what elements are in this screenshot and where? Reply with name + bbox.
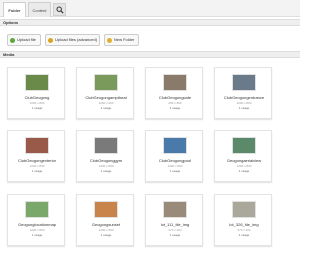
media-dimensions: 283 x 800 — [168, 101, 182, 105]
media-usage: 1 usage — [238, 106, 250, 110]
media-thumbnail — [25, 201, 49, 218]
media-card[interactable]: ClubGeogong 1200 x 800 1 usage — [7, 67, 65, 119]
media-card[interactable]: ClubGeogongpool 1200 x 800 1 usage — [145, 130, 203, 182]
media-thumbnail — [94, 74, 118, 91]
media-card[interactable]: ClubGeogongexterior 1200 x 800 1 usage — [7, 130, 65, 182]
media-usage: 1 usage — [169, 233, 181, 237]
media-name: ClubGeogonggym — [89, 158, 123, 163]
media-name: ClubGeogongamptheat — [85, 95, 127, 100]
upload-file-label: Upload file — [17, 37, 36, 42]
media-dimensions: 373 x 224 — [168, 228, 182, 232]
media-dimensions: 1200 x 800 — [236, 164, 252, 168]
upload-file-button[interactable]: Upload file — [7, 34, 41, 46]
media-name: Geogongaerialview — [226, 158, 262, 163]
search-button[interactable] — [53, 3, 66, 16]
media-card[interactable]: lot_111_tile_img 373 x 224 1 usage — [145, 194, 203, 246]
media-usage: 1 usage — [31, 106, 43, 110]
media-card[interactable]: Geogongsunset 1200 x 800 1 usage — [76, 194, 134, 246]
media-usage: 1 usage — [100, 169, 112, 173]
media-usage: 1 usage — [169, 169, 181, 173]
media-thumbnail — [232, 137, 256, 154]
tab-folder[interactable]: Folder — [3, 2, 26, 17]
folder-icon — [107, 38, 112, 43]
upload-icon — [10, 38, 15, 43]
media-thumbnail — [163, 137, 187, 154]
media-name: ClubGeogongexterior — [17, 158, 57, 163]
media-card[interactable]: ClubGeogongcafe 283 x 800 1 usage — [145, 67, 203, 119]
toolbar: Folder Content — [0, 0, 300, 17]
upload-advanced-button[interactable]: Upload files (advanced) — [45, 34, 100, 46]
media-dimensions: 1200 x 800 — [236, 101, 252, 105]
media-name: Geogonglocationmap — [17, 222, 57, 227]
media-dimensions: 1200 x 800 — [167, 164, 183, 168]
media-dimensions: 1200 x 900 — [98, 101, 114, 105]
media-dimensions: 1200 x 800 — [29, 164, 45, 168]
media-thumbnail — [25, 74, 49, 91]
media-name: lot_326_tile_img — [229, 222, 259, 227]
media-thumbnail — [232, 74, 256, 91]
media-dimensions: 1200 x 800 — [98, 164, 114, 168]
media-name: ClubGeogongpool — [158, 158, 192, 163]
media-card[interactable]: lot_326_tile_img 373 x 224 1 usage — [214, 194, 272, 246]
media-usage: 1 usage — [31, 169, 43, 173]
media-label: Media — [3, 52, 15, 57]
media-grid: ClubGeogong 1200 x 800 1 usage ClubGeogo… — [0, 62, 300, 266]
upload-advanced-icon — [48, 38, 53, 43]
options-section-header: Options — [0, 19, 300, 26]
media-thumbnail — [232, 201, 256, 218]
media-usage: 1 usage — [31, 233, 43, 237]
media-thumbnail — [94, 137, 118, 154]
media-dimensions: 373 x 224 — [237, 228, 251, 232]
media-usage: 1 usage — [238, 169, 250, 173]
media-card[interactable]: ClubGeogonggym 1200 x 800 1 usage — [76, 130, 134, 182]
media-name: ClubGeogong — [24, 95, 50, 100]
media-dimensions: 1200 x 800 — [98, 228, 114, 232]
media-usage: 1 usage — [100, 233, 112, 237]
media-card[interactable]: ClubGeogongamptheat 1200 x 900 1 usage — [76, 67, 134, 119]
new-folder-label: New Folder — [114, 37, 135, 42]
media-dimensions: 1200 x 800 — [29, 101, 45, 105]
media-thumbnail — [94, 201, 118, 218]
media-card[interactable]: Geogongaerialview 1200 x 800 1 usage — [214, 130, 272, 182]
media-card[interactable]: ClubGeogongentrance 1200 x 800 1 usage — [214, 67, 272, 119]
media-thumbnail — [25, 137, 49, 154]
media-thumbnail — [163, 201, 187, 218]
tab-content[interactable]: Content — [28, 2, 51, 17]
media-usage: 1 usage — [100, 106, 112, 110]
options-label: Options — [3, 20, 19, 25]
media-dimensions: 1200 x 800 — [29, 228, 45, 232]
media-usage: 1 usage — [169, 106, 181, 110]
media-section-header: Media — [0, 51, 300, 58]
media-name: lot_111_tile_img — [160, 222, 190, 227]
upload-advanced-label: Upload files (advanced) — [55, 37, 98, 42]
media-name: ClubGeogongentrance — [223, 95, 265, 100]
media-thumbnail — [163, 74, 187, 91]
media-name: Geogongsunset — [91, 222, 121, 227]
media-card[interactable]: Geogonglocationmap 1200 x 800 1 usage — [7, 194, 65, 246]
media-usage: 1 usage — [238, 233, 250, 237]
search-icon — [56, 6, 64, 14]
media-name: ClubGeogongcafe — [158, 95, 192, 100]
new-folder-button[interactable]: New Folder — [104, 34, 139, 46]
